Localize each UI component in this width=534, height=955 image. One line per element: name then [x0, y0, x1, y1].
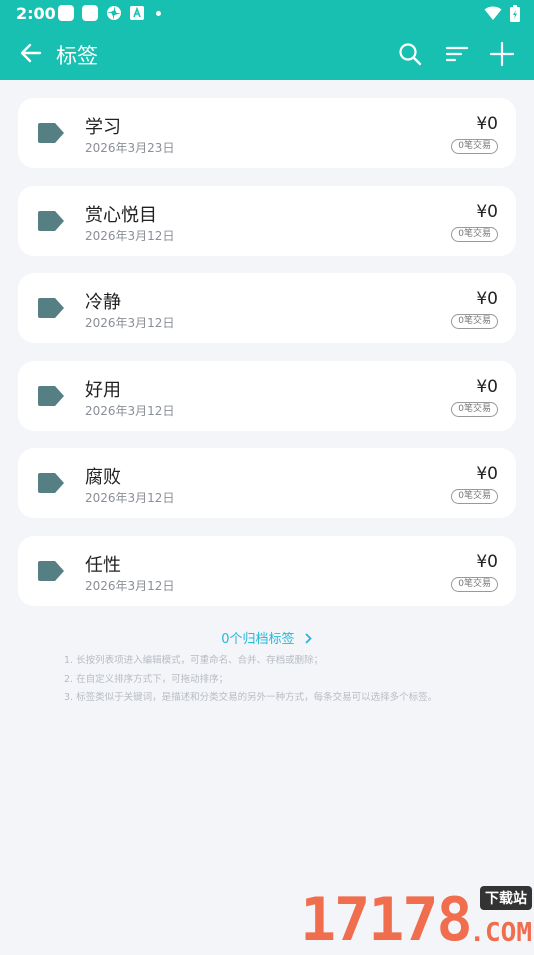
- square-icon: [58, 5, 74, 21]
- tag-transaction-count: 0笔交易: [451, 489, 498, 505]
- tag-icon: [38, 298, 64, 319]
- tag-amount: ¥0: [476, 551, 498, 572]
- tag-icon: [38, 385, 64, 406]
- tag-date: 2026年3月12日: [85, 578, 175, 593]
- archived-tags-link[interactable]: 0个归档标签: [0, 628, 534, 647]
- tag-card[interactable]: 赏心悦目 2026年3月12日 ¥0 0笔交易: [18, 185, 516, 256]
- tag-amount: ¥0: [476, 114, 498, 134]
- tag-transaction-count: 0笔交易: [451, 576, 498, 592]
- tag-date: 2026年3月12日: [85, 403, 175, 418]
- tag-icon: [38, 560, 64, 581]
- tip-item: 1. 长按列表项进入编辑模式，可重命名、合并、存档或删除；: [64, 655, 324, 666]
- square-icon: [82, 5, 98, 21]
- sort-icon[interactable]: [445, 42, 469, 66]
- tip-item: 3. 标签类似于关键词，是描述和分类交易的另外一种方式，每条交易可以选择多个标签…: [64, 692, 438, 703]
- tag-name: 好用: [85, 379, 121, 401]
- tips-list: 1. 长按列表项进入编辑模式，可重命名、合并、存档或删除； 2. 在自定义排序方…: [64, 652, 437, 708]
- archived-tags-label: 0个归档标签: [221, 632, 295, 647]
- tag-icon: [38, 473, 64, 494]
- tag-date: 2026年3月12日: [85, 228, 175, 243]
- tag-transaction-count: 0笔交易: [451, 314, 498, 330]
- tag-amount: ¥0: [476, 289, 498, 310]
- tag-icon: [38, 123, 64, 143]
- tag-name: 任性: [85, 554, 121, 576]
- tag-name: 冷静: [85, 292, 121, 314]
- search-icon[interactable]: [398, 42, 422, 66]
- back-arrow-icon[interactable]: [20, 42, 42, 64]
- battery-icon: [510, 5, 520, 22]
- tag-card[interactable]: 冷静 2026年3月12日 ¥0 0笔交易: [18, 273, 516, 344]
- status-time: 2:00: [16, 4, 56, 23]
- tag-list: 学习 2026年3月23日 ¥0 0笔交易 赏心悦目 2026年3月12日 ¥0…: [18, 98, 516, 624]
- watermark-logo: 17178 下载站 .COM: [300, 886, 532, 950]
- dot-icon: [156, 10, 161, 16]
- tag-name: 腐败: [85, 467, 121, 489]
- app-bar: 标签: [0, 28, 534, 80]
- tag-name: 学习: [85, 117, 121, 138]
- tag-name: 赏心悦目: [85, 204, 157, 226]
- chevron-right-icon: [305, 633, 312, 644]
- tag-icon: [38, 210, 64, 231]
- tag-date: 2026年3月12日: [85, 316, 175, 331]
- a-icon: [130, 6, 144, 20]
- watermark-digits: 17178: [300, 885, 473, 955]
- tag-card[interactable]: 任性 2026年3月12日 ¥0 0笔交易: [18, 535, 516, 606]
- status-system-icons: [484, 5, 520, 22]
- watermark-bottom: .COM: [469, 918, 532, 948]
- tip-item: 2. 在自定义排序方式下，可拖动排序；: [64, 673, 229, 685]
- tag-transaction-count: 0笔交易: [451, 226, 498, 242]
- tag-amount: ¥0: [476, 201, 498, 222]
- tag-card[interactable]: 学习 2026年3月23日 ¥0 0笔交易: [18, 98, 516, 168]
- tag-amount: ¥0: [476, 376, 498, 397]
- status-bar: 2:00: [0, 0, 534, 28]
- settings-flower-icon: [107, 6, 121, 20]
- status-notification-icons: [58, 5, 161, 21]
- wifi-icon: [484, 6, 502, 20]
- page-title: 标签: [56, 44, 98, 68]
- tag-card[interactable]: 好用 2026年3月12日 ¥0 0笔交易: [18, 360, 516, 431]
- tag-amount: ¥0: [476, 464, 498, 485]
- tag-card[interactable]: 腐败 2026年3月12日 ¥0 0笔交易: [18, 448, 516, 519]
- tag-transaction-count: 0笔交易: [451, 401, 498, 417]
- plus-icon[interactable]: [490, 42, 514, 66]
- tag-date: 2026年3月23日: [85, 141, 175, 155]
- tag-transaction-count: 0笔交易: [451, 139, 498, 154]
- tag-date: 2026年3月12日: [85, 491, 175, 506]
- watermark-top: 下载站: [480, 886, 532, 910]
